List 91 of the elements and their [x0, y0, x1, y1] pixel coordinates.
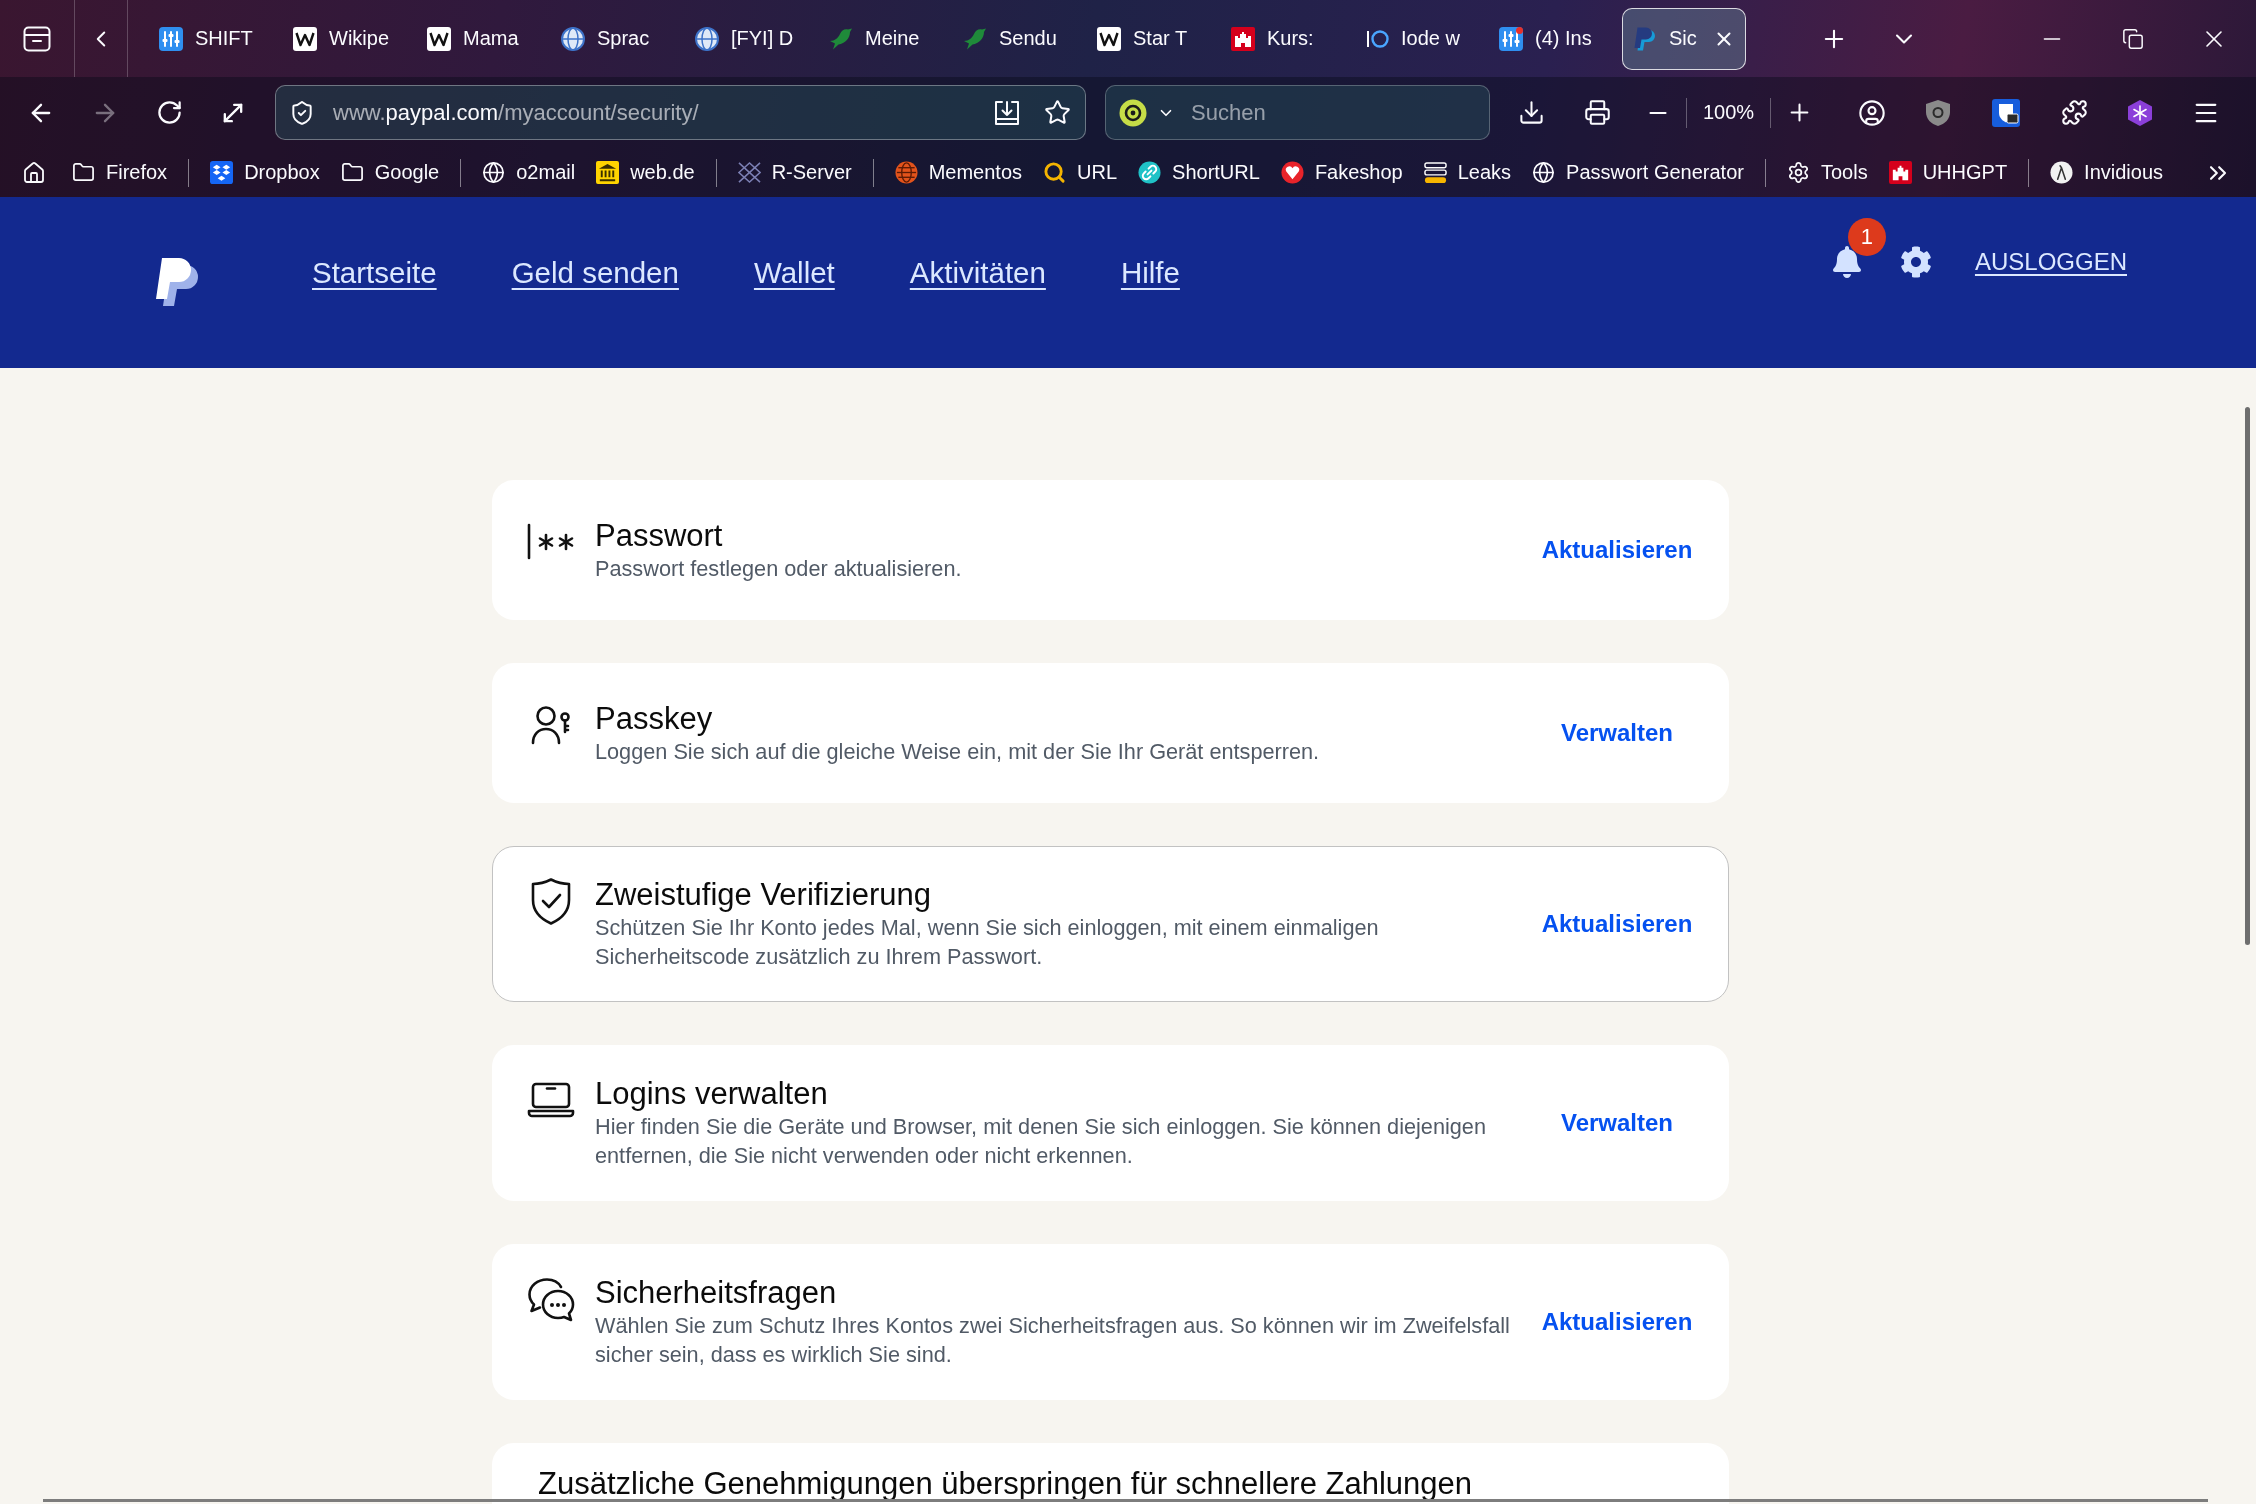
- card-description: Passwort festlegen oder aktualisieren.: [595, 554, 963, 583]
- card-title: Passwort: [595, 517, 724, 554]
- hexagon-icon[interactable]: [2127, 98, 2154, 127]
- card-description: Wählen Sie zum Schutz Ihres Kontos zwei Sicherheitsfragen aus. So können wir im Zweifelsfall sicher sein, dass es wirklich Sie sind.: [595, 1312, 1511, 1369]
- browser-tab[interactable]: Star T: [1086, 7, 1199, 70]
- bookmark-link[interactable]: ShortURL: [1138, 161, 1260, 184]
- search-field[interactable]: Suchen: [1105, 85, 1490, 140]
- bookmark-link[interactable]: o2mail: [482, 161, 576, 184]
- nav-link[interactable]: Startseite: [312, 256, 437, 290]
- action-link[interactable]: Verwalten: [1560, 719, 1674, 747]
- settings-icon[interactable]: [1899, 246, 1932, 278]
- browser-tab[interactable]: Sprac: [550, 7, 661, 70]
- box-tile-icon: [210, 161, 234, 184]
- action-link[interactable]: Aktualisieren: [1541, 910, 1693, 938]
- action-link[interactable]: Aktualisieren: [1541, 536, 1693, 564]
- browser-tab[interactable]: Iode w: [1354, 7, 1471, 70]
- globe-icon: [482, 161, 506, 184]
- printer-icon[interactable]: [1583, 99, 1611, 126]
- zoom-reset-button[interactable]: 100%: [1699, 97, 1759, 128]
- logo-icon[interactable]: [155, 257, 199, 307]
- bookmark-folder[interactable]: Firefox: [72, 161, 168, 184]
- bookmark-link[interactable]: Fakeshop: [1280, 161, 1403, 184]
- nav-link[interactable]: Wallet: [753, 256, 835, 290]
- bookmark-link[interactable]: URL: [1043, 161, 1118, 184]
- notification-badge: 1: [1847, 218, 1886, 256]
- bookmark-link[interactable]: Mementos: [894, 161, 1023, 184]
- card-title: Zusätzliche Genehmigungen überspringen für schnellere Zahlungen: [538, 1466, 1474, 1502]
- shield-check-icon: [530, 877, 572, 925]
- stack-icon: [1423, 161, 1447, 184]
- password-icon: [527, 523, 575, 560]
- bookmark-link[interactable]: R-Server: [737, 161, 852, 184]
- puzzle-icon[interactable]: [2060, 99, 2088, 126]
- browser-tab[interactable]: Wikipe: [282, 7, 400, 70]
- download-icon[interactable]: [1517, 99, 1545, 126]
- tray-icon[interactable]: [23, 25, 51, 52]
- restore-icon[interactable]: [2121, 27, 2144, 50]
- bookmark-link[interactable]: Dropbox: [210, 161, 320, 184]
- card-description: Hier finden Sie die Geräte und Browser, mit denen Sie sich einloggen. Sie können diejenigen entfernen, die Sie nicht verwenden oder nicht erkennen.: [595, 1113, 1487, 1170]
- action-link[interactable]: Verwalten: [1560, 1109, 1674, 1137]
- folder-icon: [72, 161, 95, 184]
- globe-badge-icon: [894, 161, 918, 184]
- disc-icon: [2050, 161, 2074, 184]
- bookmark-link[interactable]: Invidious: [2050, 161, 2164, 184]
- nav-link[interactable]: Aktivitäten: [909, 256, 1046, 290]
- account-icon[interactable]: [1858, 98, 1887, 127]
- browser-tab[interactable]: Sic: [1622, 7, 1746, 70]
- lock-tile-icon[interactable]: [1992, 98, 2021, 127]
- card-description: Schützen Sie Ihr Konto jedes Mal, wenn Sie sich einloggen, mit einem einmaligen Sicherheitscode zusätzlich zu Ihrem Passwort.: [595, 914, 1380, 971]
- bookmark-link[interactable]: UHHGPT: [1888, 161, 2008, 184]
- scrollbar-thumb[interactable]: [2245, 407, 2250, 945]
- bookmark-link[interactable]: Leaks: [1423, 161, 1512, 184]
- browser-tab[interactable]: SHIFT: [148, 7, 264, 70]
- card-title: Passkey: [595, 700, 714, 737]
- shield-extension-icon[interactable]: [1925, 98, 1952, 127]
- card-title: Zweistufige Verifizierung: [595, 877, 932, 913]
- card-title: Sicherheitsfragen: [595, 1275, 838, 1311]
- bookmark-link[interactable]: Tools: [1786, 161, 1868, 184]
- bookmark-link[interactable]: Passwort Generator: [1532, 161, 1744, 184]
- magnifier-icon: [1043, 161, 1067, 184]
- reload-icon[interactable]: [155, 99, 183, 126]
- nav-link[interactable]: Geld senden: [511, 256, 679, 290]
- shield-check-icon[interactable]: [289, 99, 315, 126]
- bookmark-folder[interactable]: Google: [340, 161, 440, 184]
- action-link[interactable]: Aktualisieren: [1541, 1308, 1693, 1336]
- browser-tab[interactable]: Kurs:: [1220, 7, 1325, 70]
- browser-tab[interactable]: Sendu: [952, 7, 1068, 70]
- search-engine-icon[interactable]: [1119, 98, 1147, 127]
- url-field[interactable]: www.paypal.com/myaccount/security/: [275, 85, 1086, 140]
- star-icon[interactable]: [1044, 99, 1071, 126]
- person-key-icon: [531, 704, 571, 745]
- laptop-icon: [527, 1082, 575, 1118]
- lattice-icon: [737, 161, 761, 184]
- download-tray-icon[interactable]: [994, 99, 1020, 126]
- home-icon[interactable]: [22, 160, 46, 185]
- card-title: Logins verwalten: [595, 1076, 829, 1112]
- columns-tile-icon: [596, 161, 620, 184]
- card-description: Loggen Sie sich auf die gleiche Weise ein, mit der Sie Ihr Gerät entsperren.: [595, 737, 1321, 766]
- browser-tab[interactable]: (4) Ins: [1488, 7, 1603, 70]
- link-icon: [1138, 161, 1162, 184]
- nav-link[interactable]: Hilfe: [1120, 256, 1180, 290]
- globe-icon: [1532, 161, 1556, 184]
- browser-tab[interactable]: Meine: [818, 7, 931, 70]
- folder-icon: [340, 161, 364, 184]
- bookmark-link[interactable]: web.de: [596, 161, 695, 184]
- logout-link[interactable]: AUSLOGGEN: [1974, 248, 2127, 276]
- browser-tab[interactable]: [FYI] D: [684, 7, 805, 70]
- browser-tab[interactable]: Mama: [416, 7, 530, 70]
- bell-icon[interactable]: [1830, 246, 1863, 278]
- gear-icon: [1786, 161, 1810, 184]
- castle-tile-icon: [1888, 161, 1912, 184]
- chat-bubbles-icon: [526, 1276, 576, 1322]
